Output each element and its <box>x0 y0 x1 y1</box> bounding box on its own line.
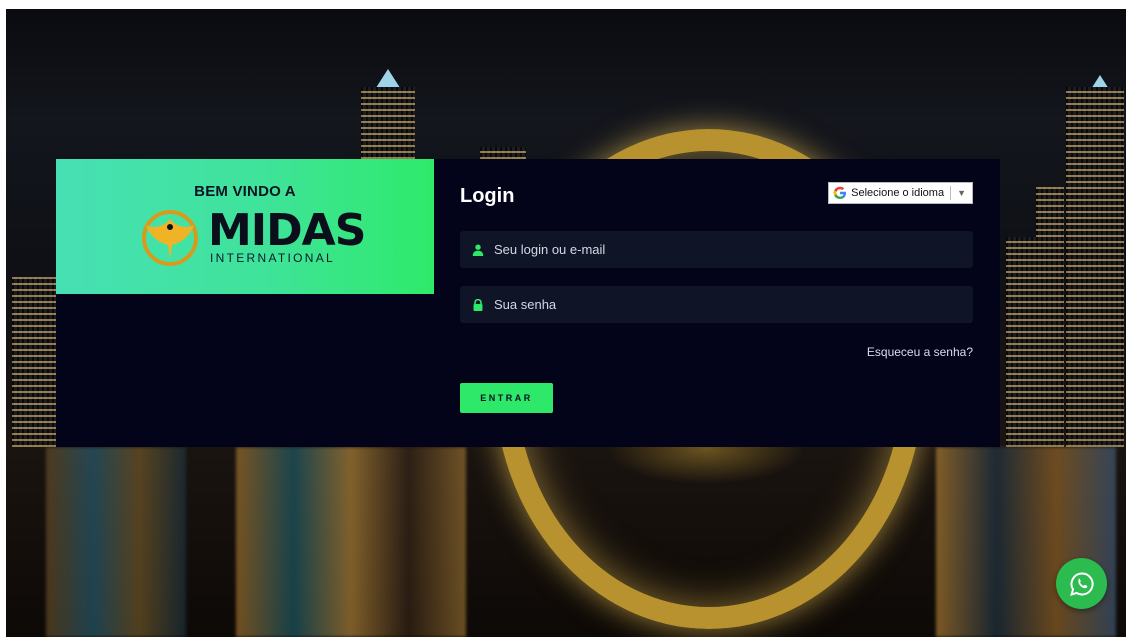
logo-subtitle: INTERNATIONAL <box>210 251 336 265</box>
skyscraper <box>1066 87 1124 447</box>
dropdown-arrow-icon: ▼ <box>957 188 966 198</box>
google-icon <box>833 186 847 199</box>
login-card: BEM VINDO A MIDAS INTERNATIONAL Login Se… <box>56 159 1000 447</box>
user-icon <box>472 244 484 256</box>
phoenix-logo-icon <box>142 210 198 266</box>
skyscraper <box>1036 187 1064 447</box>
language-select[interactable]: Selecione o idioma ▼ <box>828 182 973 204</box>
whatsapp-chat-button[interactable] <box>1056 558 1107 609</box>
password-input[interactable] <box>494 297 973 312</box>
username-input[interactable] <box>494 242 973 257</box>
language-select-label: Selecione o idioma <box>851 187 945 199</box>
login-title: Login <box>460 185 515 207</box>
midas-logo: MIDAS INTERNATIONAL <box>138 205 366 271</box>
login-submit-button[interactable]: ENTRAR <box>460 383 553 413</box>
language-select-divider <box>950 186 952 200</box>
lock-icon <box>473 298 483 311</box>
username-field[interactable] <box>460 231 973 268</box>
login-form-panel: Login Selecione o idioma ▼ Seu login ou … <box>434 159 1000 447</box>
skyscraper <box>12 277 56 447</box>
water-reflection <box>936 447 1116 637</box>
whatsapp-icon <box>1069 571 1094 596</box>
welcome-heading: BEM VINDO A <box>194 183 296 200</box>
skyscraper <box>1006 237 1036 447</box>
logo-wordmark: MIDAS <box>208 205 366 256</box>
password-field[interactable] <box>460 286 973 323</box>
water-reflection <box>236 447 466 637</box>
brand-panel: BEM VINDO A MIDAS INTERNATIONAL <box>56 159 434 294</box>
forgot-password-link[interactable]: Esqueceu a senha? <box>867 345 973 359</box>
water-reflection <box>46 447 186 637</box>
